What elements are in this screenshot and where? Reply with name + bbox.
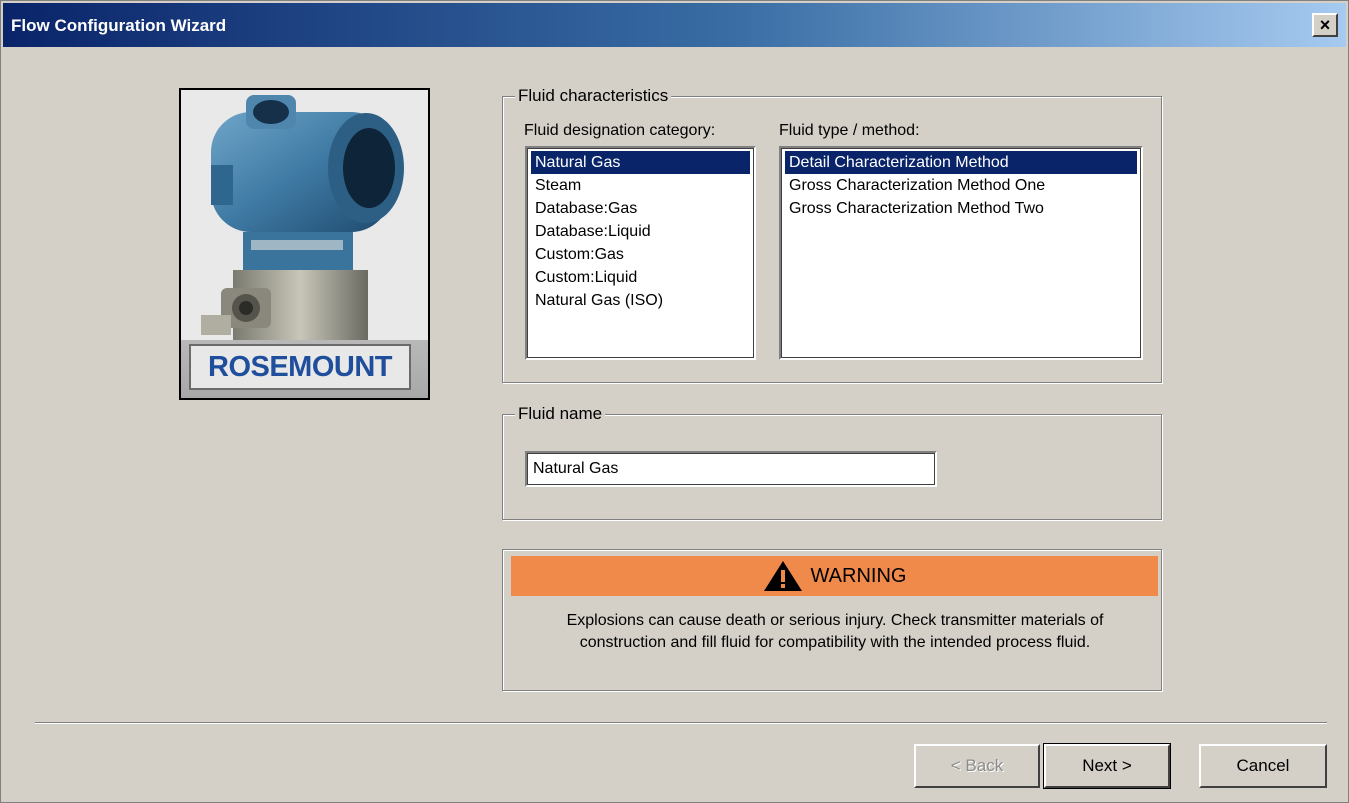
back-button[interactable]: < Back — [914, 744, 1040, 788]
wizard-window: Flow Configuration Wizard × ROSEMOUNT Fl… — [0, 0, 1349, 803]
transmitter-image: ROSEMOUNT — [179, 88, 430, 400]
method-listbox[interactable]: Detail Characterization Method Gross Char… — [779, 146, 1143, 360]
category-list-item[interactable]: Natural Gas — [531, 151, 750, 174]
method-list-item[interactable]: Gross Characterization Method Two — [785, 197, 1137, 220]
category-list-item[interactable]: Custom:Liquid — [531, 266, 750, 289]
warning-line-2: construction and fill fluid for compatib… — [579, 634, 1091, 651]
cancel-button[interactable]: Cancel — [1199, 744, 1327, 788]
warning-title: WARNING — [810, 564, 907, 587]
category-label: Fluid designation category: — [524, 122, 716, 139]
fluid-characteristics-legend: Fluid characteristics — [515, 86, 672, 106]
method-list: Detail Characterization Method Gross Char… — [785, 151, 1137, 220]
category-list-item[interactable]: Database:Gas — [531, 197, 750, 220]
warning-panel: WARNING Explosions can cause death or se… — [502, 549, 1162, 691]
warning-line-1: Explosions can cause death or serious in… — [566, 612, 1104, 629]
category-list: Natural Gas Steam Database:Gas Database:Liq… — [531, 151, 750, 312]
fluid-name-legend: Fluid name — [515, 404, 606, 424]
close-icon: × — [1319, 15, 1331, 35]
close-button[interactable]: × — [1312, 13, 1338, 37]
brand-plate: ROSEMOUNT — [189, 344, 411, 390]
method-label: Fluid type / method: — [779, 122, 920, 139]
warning-message: Explosions can cause death or serious in… — [515, 610, 1155, 654]
warning-header: WARNING — [511, 556, 1158, 596]
title-bar[interactable]: Flow Configuration Wizard × — [3, 3, 1346, 47]
fluid-name-input[interactable]: Natural Gas — [525, 451, 937, 487]
category-list-item[interactable]: Database:Liquid — [531, 220, 750, 243]
warning-triangle-icon — [763, 561, 802, 591]
category-list-item[interactable]: Natural Gas (ISO) — [531, 289, 750, 312]
category-listbox[interactable]: Natural Gas Steam Database:Gas Database:Liq… — [525, 146, 756, 360]
fluid-characteristics-group: Fluid characteristics Fluid designation … — [502, 86, 1162, 383]
category-list-item[interactable]: Steam — [531, 174, 750, 197]
next-button-label: Next > — [1082, 756, 1132, 775]
fluid-name-group: Fluid name Natural Gas — [502, 404, 1162, 520]
window-title: Flow Configuration Wizard — [11, 16, 227, 35]
button-separator — [35, 722, 1327, 724]
category-list-item[interactable]: Custom:Gas — [531, 243, 750, 266]
cancel-button-label: Cancel — [1236, 756, 1290, 775]
transmitter-illustration — [181, 90, 428, 340]
back-button-label: < Back — [950, 756, 1004, 775]
method-list-item[interactable]: Gross Characterization Method One — [785, 174, 1137, 197]
method-list-item[interactable]: Detail Characterization Method — [785, 151, 1137, 174]
next-button[interactable]: Next > — [1043, 743, 1171, 789]
